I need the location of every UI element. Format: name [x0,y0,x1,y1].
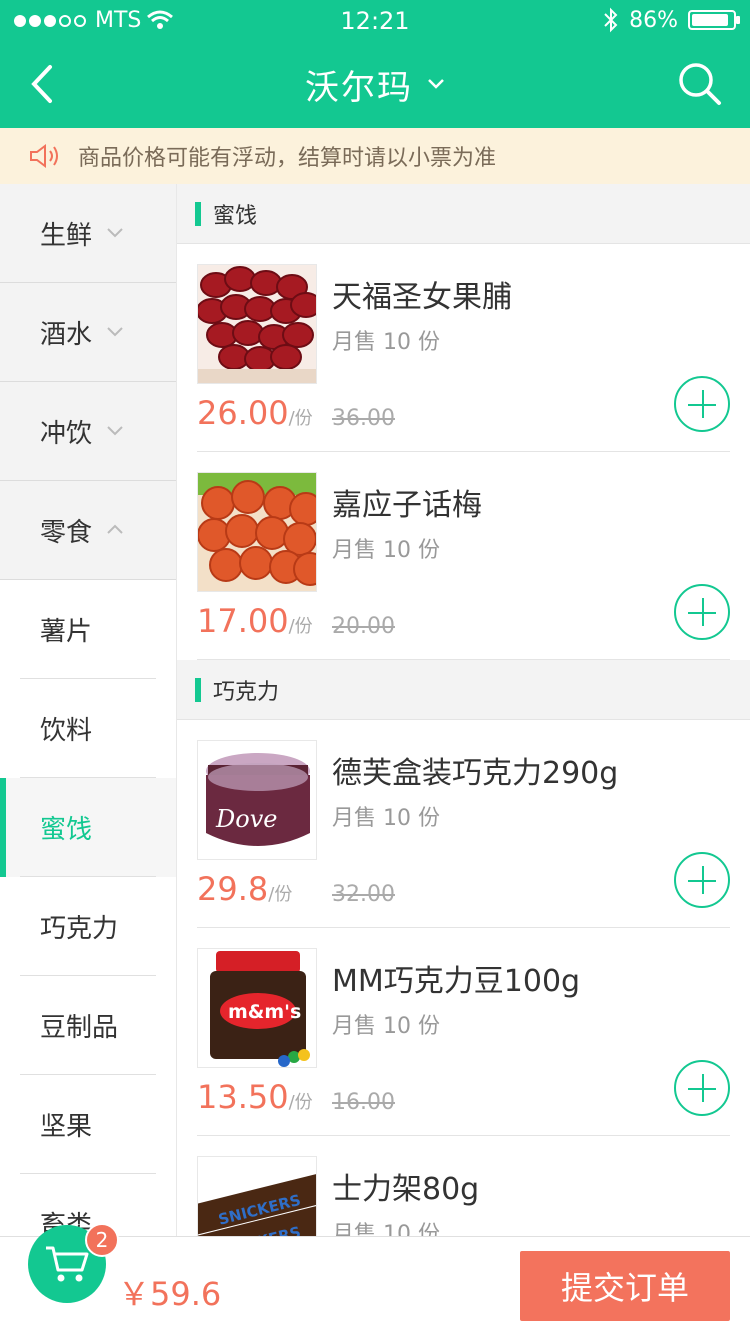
product-price: 17.00/份 [197,602,313,640]
category-item[interactable]: 生鲜 [0,184,176,283]
category-label: 酒水 [40,319,93,350]
submit-order-button[interactable]: 提交订单 [520,1251,730,1321]
subcategory-item[interactable]: 蜜饯 [0,778,176,877]
search-button[interactable] [674,58,726,110]
product-name: 德芙盒装巧克力290g [332,756,619,791]
chevron-up-icon [106,521,124,539]
store-name: 沃尔玛 [305,67,413,108]
product-name: 士力架80g [332,1172,480,1207]
add-to-cart-button[interactable] [674,1060,730,1116]
price-value: 17.00 [197,602,289,640]
cart-count-badge: 2 [85,1223,119,1257]
cart-total: ￥59.6 [118,1275,222,1313]
section-header: 巧克力 [177,660,750,720]
product-list: 蜜饯 天福圣女果脯 月售 10 份 26.00/份 36.00 嘉应子话梅 月售 10 份1… [177,184,750,1236]
search-icon [679,63,721,105]
add-to-cart-button[interactable] [674,852,730,908]
original-price: 32.00 [332,882,395,907]
product-image [197,472,317,592]
price-unit: /份 [268,884,293,905]
product-name: 天福圣女果脯 [332,280,512,315]
price-unit: /份 [288,616,313,637]
section-title: 蜜饯 [213,203,258,229]
price-value: 13.50 [197,1078,289,1116]
navbar: 沃尔玛 [0,40,750,128]
price-value: 29.8 [197,870,269,908]
category-item[interactable]: 冲饮 [0,382,176,481]
product-card[interactable]: SNICKERSSNICKERS 士力架80g 月售 10 份 [177,1136,750,1236]
chevron-down-icon [106,323,124,341]
original-price: 16.00 [332,1090,395,1115]
svg-text:m&m's: m&m's [228,1001,301,1023]
back-arrow-icon [31,65,52,103]
svg-text:Dove: Dove [215,805,277,833]
add-to-cart-button[interactable] [674,376,730,432]
subcategory-item[interactable]: 坚果 [0,1075,176,1174]
product-card[interactable]: m&m's MM巧克力豆100g 月售 10 份 13.50/份 16.00 [177,928,750,1136]
notice-banner: 商品价格可能有浮动，结算时请以小票为准 [0,128,750,184]
category-sidebar: 生鲜酒水冲饮零食薯片 饮料 蜜饯 巧克力 豆制品 坚果 畜类 [0,184,177,1236]
chevron-down-icon [106,422,124,440]
original-price: 20.00 [332,614,395,639]
category-label: 零食 [40,517,93,548]
subcategory-item[interactable]: 巧克力 [0,877,176,976]
speaker-icon [30,144,58,168]
product-card[interactable]: Dove 德芙盒装巧克力290g 月售 10 份 29.8/份 32.00 [177,720,750,928]
store-selector[interactable]: 沃尔玛 [305,60,445,109]
cart-bar: 2 ￥59.6 提交订单 [0,1223,750,1334]
monthly-sales: 月售 10 份 [332,1222,440,1236]
product-image: SNICKERSSNICKERS [197,1156,317,1236]
section-header: 蜜饯 [177,184,750,244]
monthly-sales: 月售 10 份 [332,330,440,355]
product-image: Dove [197,740,317,860]
product-image: m&m's [197,948,317,1068]
section-marker [195,201,201,226]
cart-icon [46,1246,89,1282]
subcategory-item[interactable]: 畜类 [0,1174,176,1236]
category-item[interactable]: 零食 [0,481,176,580]
subcategory-item[interactable]: 饮料 [0,679,176,778]
section-marker [195,677,201,702]
back-button[interactable] [20,62,64,106]
product-name: MM巧克力豆100g [332,964,581,999]
product-name: 嘉应子话梅 [332,488,482,523]
monthly-sales: 月售 10 份 [332,1014,440,1039]
battery-icon [688,10,740,30]
add-to-cart-button[interactable] [674,584,730,640]
product-card[interactable]: 嘉应子话梅月售 10 份 17.00/份 20.00 [177,452,750,660]
category-item[interactable]: 酒水 [0,283,176,382]
product-image [197,264,317,384]
price-unit: /份 [288,408,313,429]
notice-text: 商品价格可能有浮动，结算时请以小票为准 [78,146,497,171]
chevron-down-icon [106,224,124,242]
status-bar: MTS 12:21 86% [0,0,750,40]
subcategory-item[interactable]: 薯片 [0,580,176,679]
product-price: 26.00/份 [197,394,313,432]
header: MTS 12:21 86% 沃尔玛 [0,0,750,128]
product-price: 29.8/份 [197,870,292,908]
app: MTS 12:21 86% 沃尔玛 商品价格可能有浮动，结算时请以小票为准 生鲜… [0,0,750,1334]
monthly-sales: 月售 10 份 [332,538,440,563]
category-label: 生鲜 [40,220,93,251]
monthly-sales: 月售 10 份 [332,806,440,831]
section-title: 巧克力 [213,679,280,705]
category-label: 冲饮 [40,418,93,449]
subcategory-item[interactable]: 豆制品 [0,976,176,1075]
product-price: 13.50/份 [197,1078,313,1116]
price-value: 26.00 [197,394,289,432]
product-card[interactable]: 天福圣女果脯月售 10 份 26.00/份 36.00 [177,244,750,452]
chevron-down-icon [428,79,444,89]
original-price: 36.00 [332,406,395,431]
content: 生鲜 酒水 冲饮 零食 薯片 饮料 蜜饯 巧克力 豆制品 坚果 畜类 蜜饯 天福圣女果脯 月售 10 份… [0,184,750,1236]
clock: 12:21 [340,7,410,35]
divider [197,659,730,660]
price-unit: /份 [288,1092,313,1113]
